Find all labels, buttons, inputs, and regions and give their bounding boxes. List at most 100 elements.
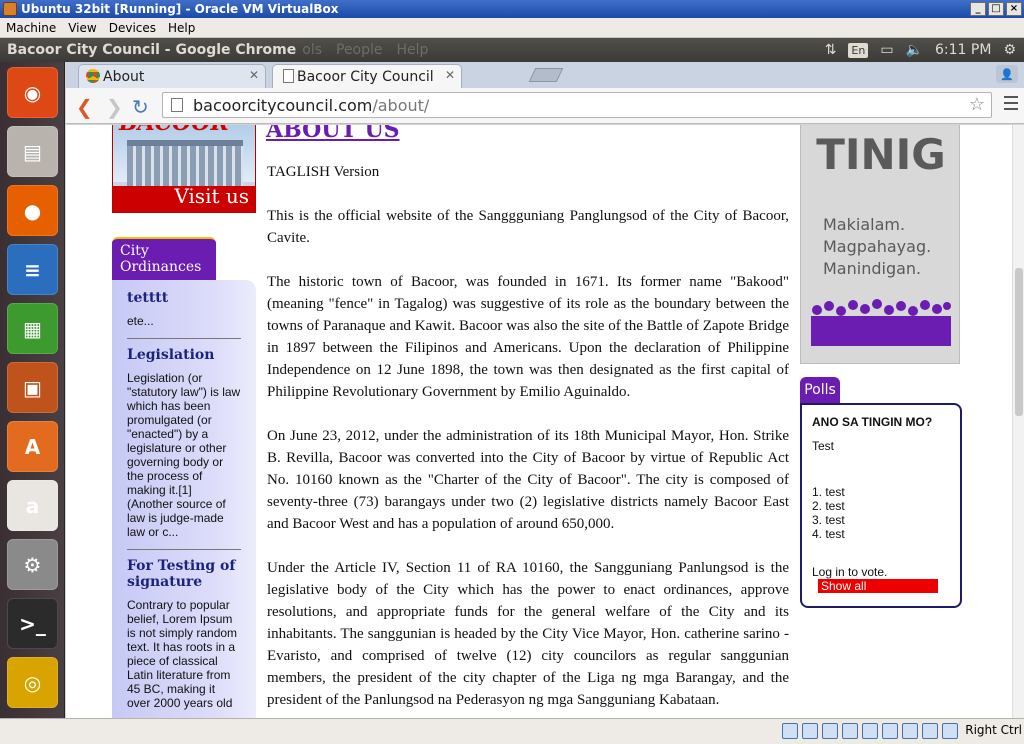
ordinance-title[interactable]: For Testing of signature [127,558,241,590]
mouse-integration-icon[interactable] [922,723,938,739]
volume-icon[interactable]: 🔈 [906,42,923,58]
back-icon[interactable]: ❮ [76,95,93,119]
menu-help[interactable]: Help [162,21,201,35]
article-paragraph: This is the official website of the Sang… [267,208,789,246]
url-host: bacoorcitycouncil.com [193,95,373,115]
new-tab-button[interactable] [528,68,564,82]
ordinance-item: tetttt ete... [127,290,241,339]
city-hall-image [127,140,243,186]
video-capture-icon[interactable] [902,723,918,739]
network-adapter-icon[interactable] [842,723,858,739]
virtualbox-icon [3,2,17,16]
global-menu-help[interactable]: Help [397,42,429,58]
forward-icon[interactable]: ❯ [106,95,123,119]
keyboard-layout-indicator[interactable]: En [848,42,869,58]
article-paragraph: The historic town of Bacoor, was founded… [267,274,789,400]
ordinance-title[interactable]: tetttt [127,290,241,306]
ordinance-item: Legislation Legislation (or "statutory l… [127,347,241,550]
ordinance-excerpt: ete... [127,314,154,328]
unity-launcher: ◉ ▤ ● ≡ ▦ ▣ Aa ⚙ >_ ◎ [0,62,65,718]
page-viewport: BACOOR Visit us City Ordinances tetttt e… [66,125,1012,718]
poll-option: 1. test [812,485,845,499]
menu-machine[interactable]: Machine [0,21,62,35]
page-favicon-icon [283,69,294,83]
launcher-settings-icon[interactable]: ⚙ [7,539,58,590]
global-menu-tools[interactable]: ols [302,42,322,58]
profile-icon[interactable]: 👤 [996,65,1018,83]
visit-us-banner[interactable]: BACOOR Visit us [112,125,256,213]
tab-about[interactable]: About ✕ [78,64,266,88]
reload-icon[interactable]: ↻ [132,95,149,119]
city-ordinances-panel: tetttt ete... Legislation Legislation (o… [112,280,256,718]
hard-disk-icon[interactable] [782,723,798,739]
vbox-titlebar: Ubuntu 32bit [Running] - Oracle VM Virtu… [0,0,1024,18]
ubuntu-top-panel: Bacoor City Council - Google Chrome ols P… [0,38,1024,62]
launcher-chrome-icon[interactable]: ◎ [7,657,58,708]
host-key-label: Right Ctrl [965,723,1022,737]
tinig-line: Manindigan. [823,259,922,278]
launcher-terminal-icon[interactable]: >_ [7,598,58,649]
ordinance-title[interactable]: Legislation [127,347,241,363]
maximize-button[interactable]: □ [988,2,1004,16]
tab-label: Bacoor City Council [297,68,434,85]
poll-option: 4. test [812,527,845,541]
display-icon[interactable] [882,723,898,739]
article-paragraph: Under the Article IV, Section 11 of RA 1… [267,560,789,708]
ordinance-excerpt: Legislation (or "statutory law") is law … [127,371,241,539]
page-scrollbar[interactable] [1012,125,1024,718]
poll-options: 1. test 2. test 3. test 4. test [812,485,950,541]
launcher-calc-icon[interactable]: ▦ [7,303,58,354]
launcher-files-icon[interactable]: ▤ [7,126,58,177]
launcher-writer-icon[interactable]: ≡ [7,244,58,295]
scrollbar-thumb[interactable] [1015,268,1023,416]
page-info-icon[interactable] [171,98,183,112]
poll-question: ANO SA TINGIN MO? [812,415,933,429]
poll-option: 2. test [812,499,845,513]
tinig-line: Magpahayag. [823,237,932,256]
chrome-toolbar: ❮ ❯ ↻ bacoorcitycouncil.com/about/ ☆ [66,88,1024,124]
close-button[interactable]: × [1006,2,1022,16]
menu-devices[interactable]: Devices [103,21,162,35]
poll-option: 3. test [812,513,845,527]
tinig-banner[interactable]: TINIG Makialam. Magpahayag. Manindigan. [800,125,960,364]
article-paragraph: TAGLISH Version [267,164,380,180]
launcher-software-center-icon[interactable]: A [7,421,58,472]
minimize-button[interactable]: _ [970,2,986,16]
optical-drive-icon[interactable] [802,723,818,739]
page-heading: ABOUT US [266,125,400,143]
article-paragraph: On June 23, 2012, under the administrati… [267,428,789,532]
power-gear-icon[interactable]: ⚙ [1003,42,1016,58]
clock[interactable]: 6:11 PM [935,42,991,58]
keyboard-capture-icon[interactable] [942,723,958,739]
bookmark-star-icon[interactable]: ☆ [969,94,985,115]
ordinance-excerpt: Contrary to popular belief, Lorem Ipsum … [127,598,238,710]
ordinance-item: For Testing of signature Contrary to pop… [127,558,241,718]
network-icon[interactable]: ⇅ [825,42,837,58]
global-menu-people[interactable]: People [336,42,383,58]
global-menu: ols People Help [302,42,442,58]
address-bar[interactable]: bacoorcitycouncil.com/about/ ☆ [162,92,992,118]
launcher-firefox-icon[interactable]: ● [7,185,58,236]
chrome-menu-icon[interactable] [1004,96,1018,112]
polls-tab[interactable]: Polls [800,377,840,403]
menu-view[interactable]: View [62,21,102,35]
about-article: TAGLISH Version This is the official web… [267,161,789,718]
tab-close-icon[interactable]: ✕ [249,68,259,82]
launcher-amazon-icon[interactable]: a [7,480,58,531]
tab-label: About [103,68,145,85]
city-ordinances-tab[interactable]: City Ordinances [112,237,216,281]
crowd-silhouette-image [811,299,951,346]
show-all-button[interactable]: Show all [818,579,938,593]
visit-us-link[interactable]: Visit us [174,184,249,208]
tinig-title: TINIG [816,130,946,179]
usb-icon[interactable] [822,723,838,739]
poll-vote-row: Log in to vote. Show all [812,565,950,593]
login-to-vote-link[interactable]: Log in to vote. [812,565,887,579]
tab-bacoor-city-council[interactable]: Bacoor City Council ✕ [272,64,462,88]
shared-folder-icon[interactable] [862,723,878,739]
battery-icon[interactable]: ▭ [880,42,893,58]
tab-close-icon[interactable]: ✕ [445,68,455,82]
launcher-impress-icon[interactable]: ▣ [7,362,58,413]
tinig-tagline: Makialam. Magpahayag. Manindigan. [823,214,931,280]
launcher-ubuntu-dash-icon[interactable]: ◉ [7,67,58,118]
